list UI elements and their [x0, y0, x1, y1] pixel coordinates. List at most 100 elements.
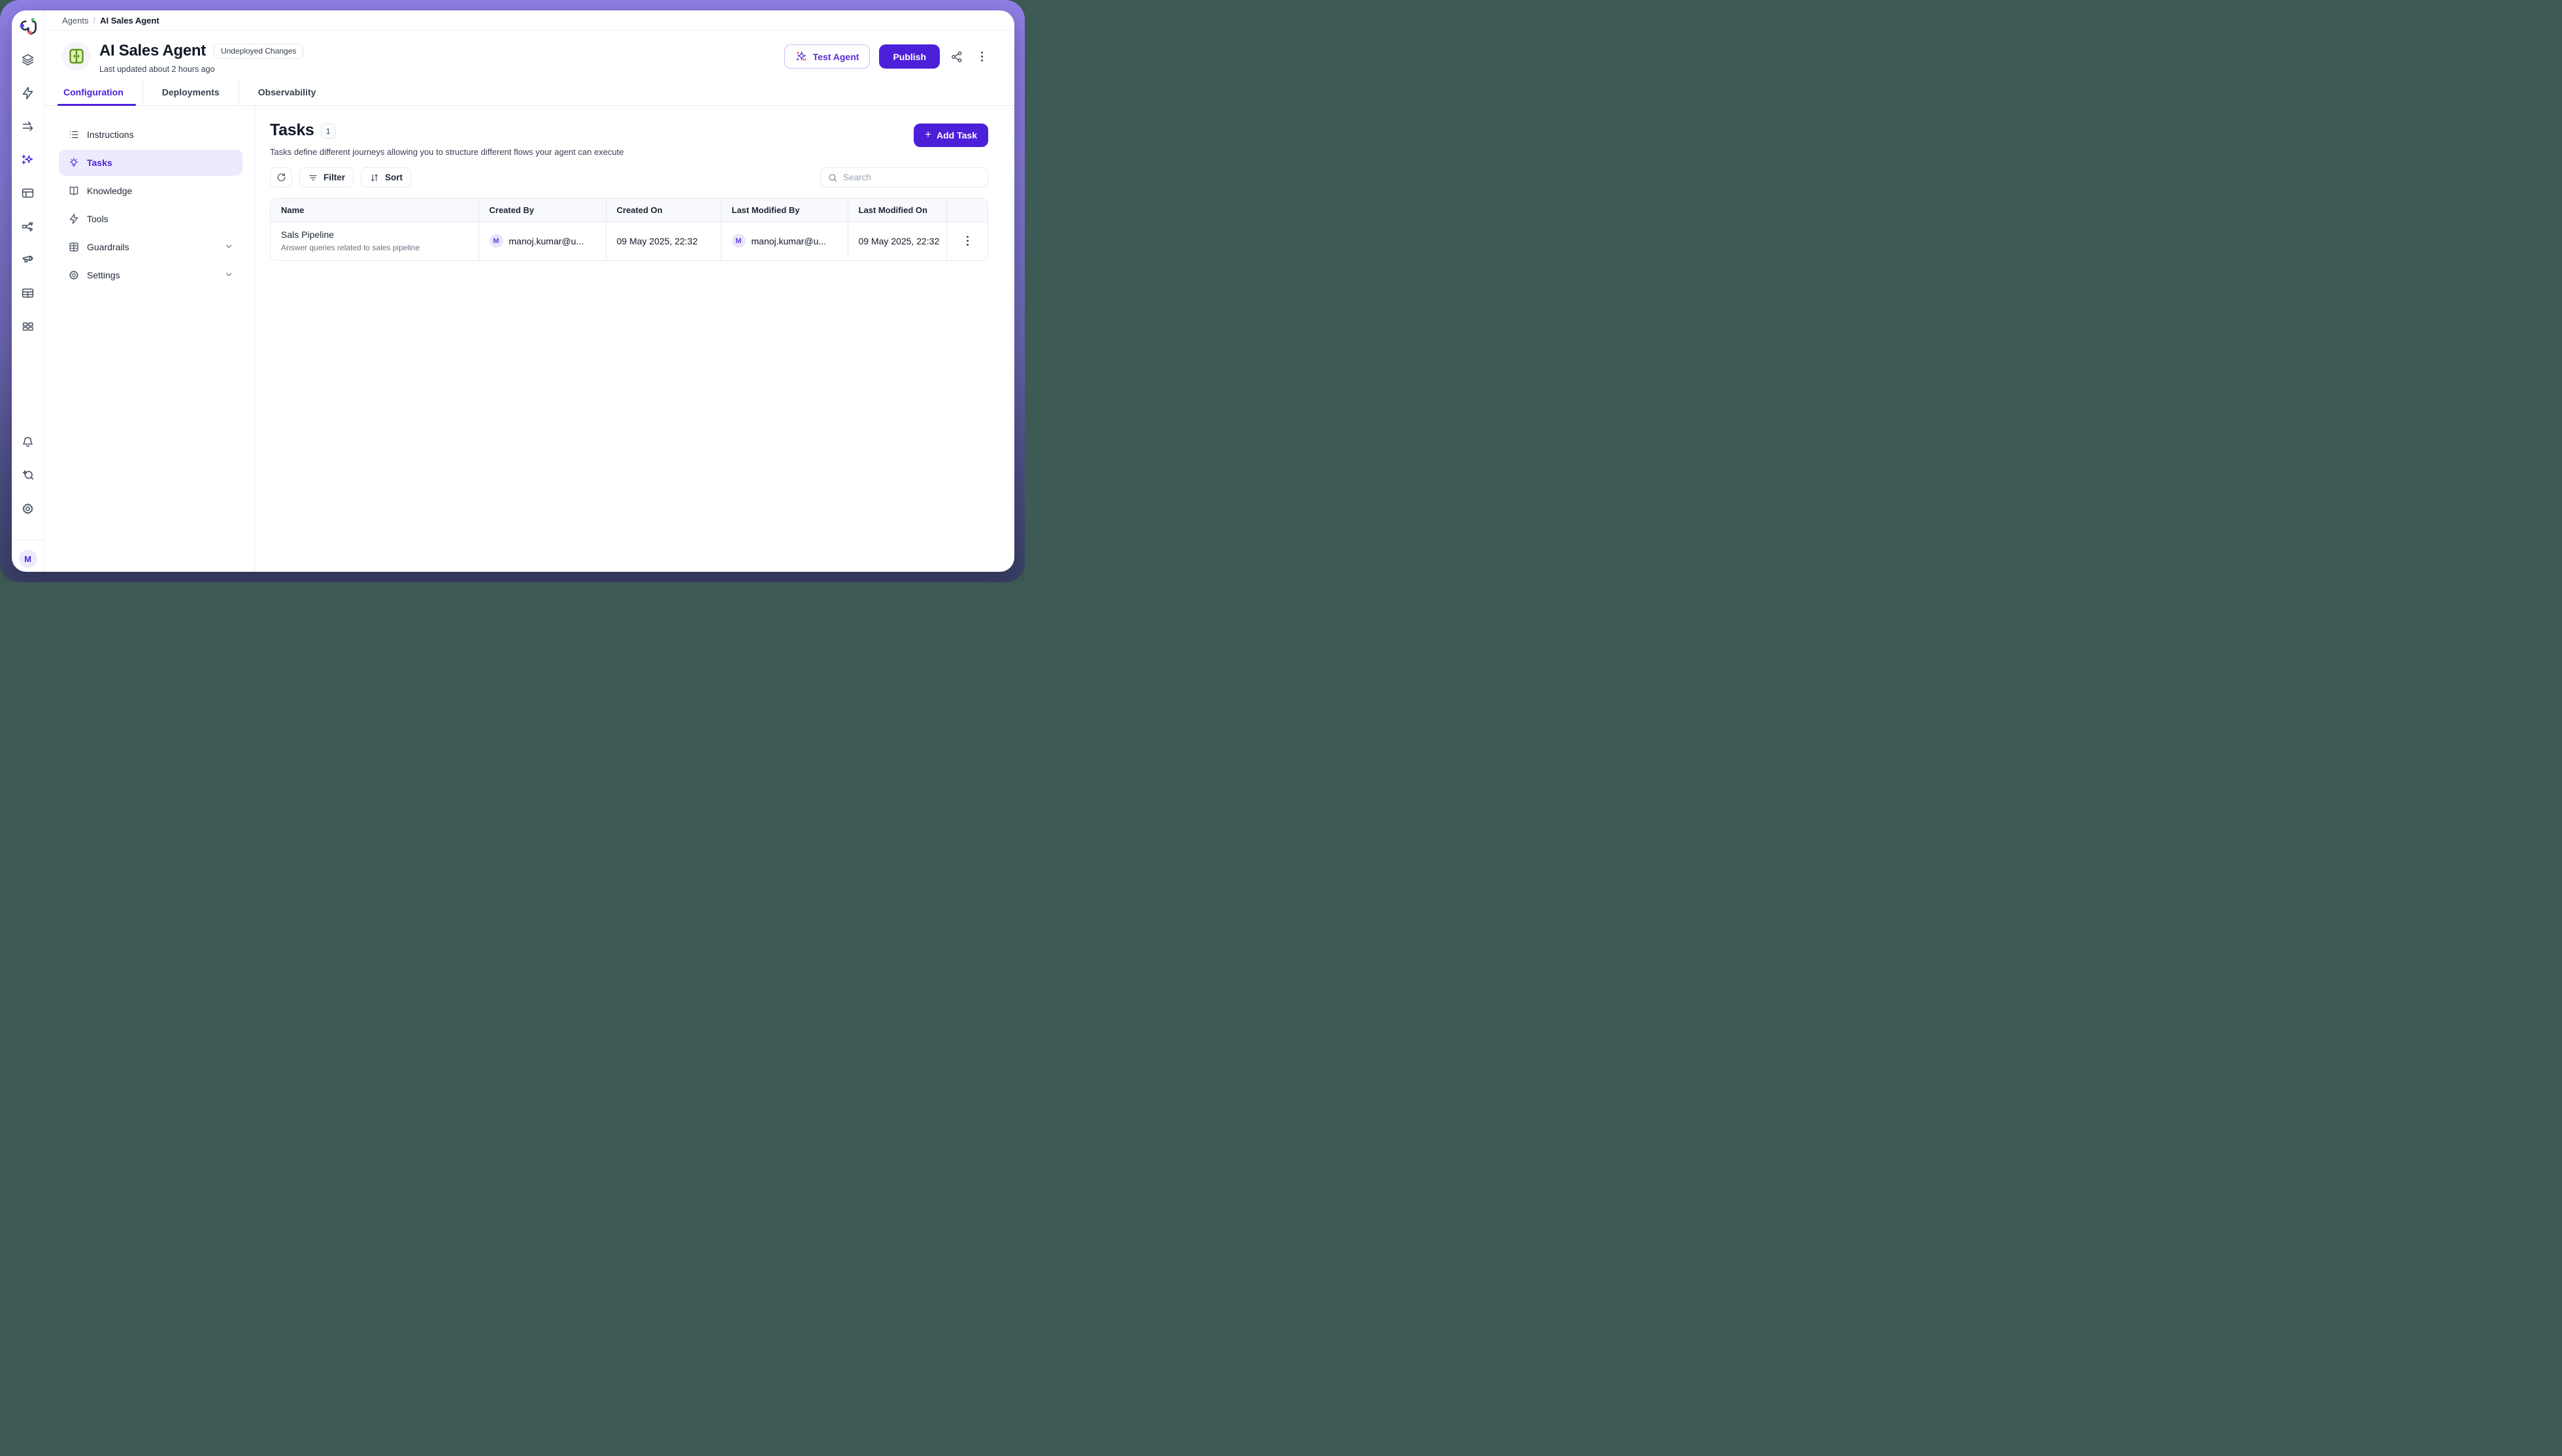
breadcrumb-current: AI Sales Agent	[100, 16, 159, 25]
refresh-button[interactable]	[270, 167, 292, 188]
task-name: Sals Pipeline	[281, 229, 468, 240]
kebab-dots	[974, 52, 990, 61]
tab-observability[interactable]: Observability	[239, 79, 335, 105]
layout-icon[interactable]	[21, 186, 35, 200]
row-menu-icon[interactable]	[957, 236, 978, 246]
created-by-cell: M manoj.kumar@u...	[478, 222, 606, 260]
filter-icon	[308, 173, 318, 183]
gear-icon	[68, 269, 80, 281]
col-last-modified-by: Last Modified By	[721, 199, 848, 222]
sort-arrows-icon	[369, 173, 380, 183]
tasks-description: Tasks define different journeys allowing…	[270, 147, 624, 157]
megaphone-icon[interactable]	[21, 252, 35, 267]
filter-label: Filter	[324, 173, 345, 182]
bell-icon[interactable]	[21, 435, 35, 449]
publish-button[interactable]: Publish	[879, 44, 940, 69]
created-by-avatar: M	[490, 234, 503, 248]
list-icon	[68, 129, 80, 141]
lightning-icon	[68, 213, 80, 225]
nav-item-settings[interactable]: Settings	[59, 262, 242, 288]
last-updated-text: Last updated about 2 hours ago	[99, 65, 303, 74]
lightning-icon[interactable]	[21, 86, 35, 100]
breadcrumb-agents-link[interactable]: Agents	[62, 16, 88, 25]
chevron-down-icon	[224, 242, 233, 253]
app-window: M Agents / AI Sales Agent	[12, 10, 1014, 572]
share-nodes-icon[interactable]	[21, 219, 35, 233]
plus-icon: +	[925, 128, 931, 141]
test-agent-sparkle-icon: AI	[795, 50, 808, 63]
share-icon[interactable]	[949, 49, 965, 65]
created-by-email: manoj.kumar@u...	[509, 236, 584, 246]
page-title: AI Sales Agent	[99, 42, 206, 60]
arrows-right-icon[interactable]	[21, 119, 35, 133]
search-input[interactable]	[843, 173, 981, 182]
created-on-cell: 09 May 2025, 22:32	[606, 222, 721, 260]
sort-label: Sort	[385, 173, 403, 182]
row-actions-cell	[946, 222, 988, 260]
nav-item-knowledge[interactable]: Knowledge	[59, 178, 242, 204]
col-created-by: Created By	[478, 199, 606, 222]
gear-icon[interactable]	[21, 501, 35, 516]
filter-button[interactable]: Filter	[299, 167, 354, 188]
add-task-button[interactable]: + Add Task	[914, 124, 988, 147]
undeployed-changes-badge: Undeployed Changes	[214, 44, 303, 59]
last-modified-on-cell: 09 May 2025, 22:32	[848, 222, 946, 260]
search-box	[820, 167, 988, 188]
last-modified-by-cell: M manoj.kumar@u...	[721, 222, 848, 260]
grid-table-icon	[68, 241, 80, 253]
cupboard-icon	[68, 48, 85, 65]
col-name: Name	[271, 199, 478, 222]
tab-deployments[interactable]: Deployments	[142, 79, 239, 105]
nav-label: Instructions	[87, 129, 134, 140]
layers-icon[interactable]	[21, 52, 35, 67]
tasks-title: Tasks	[270, 121, 314, 140]
breadcrumb: Agents / AI Sales Agent	[44, 10, 1014, 31]
app-main-column: Agents / AI Sales Agent AI Sales Agent	[44, 10, 1014, 572]
nav-label: Settings	[87, 270, 120, 280]
nav-label: Guardrails	[87, 242, 129, 252]
task-description: Answer queries related to sales pipeline	[281, 243, 468, 252]
search-icon	[827, 173, 838, 183]
last-modified-by-avatar: M	[732, 234, 746, 248]
user-avatar[interactable]: M	[19, 550, 37, 568]
tabs: Configuration Deployments Observability	[44, 79, 1014, 106]
more-options-icon[interactable]	[974, 49, 990, 65]
test-agent-button[interactable]: AI Test Agent	[784, 44, 871, 69]
lightbulb-icon	[68, 157, 80, 169]
grid-icon[interactable]	[21, 319, 35, 333]
table-toolbar: Filter Sort	[270, 167, 988, 188]
add-task-label: Add Task	[937, 130, 977, 141]
book-icon	[68, 185, 80, 197]
tasks-count-badge: 1	[321, 124, 336, 139]
config-nav-panel: Instructions Tasks Knowledge Tools	[44, 106, 255, 572]
table-header-row: Name Created By Created On Last Modified…	[271, 199, 988, 222]
col-actions	[946, 199, 988, 222]
breadcrumb-separator: /	[93, 16, 95, 25]
nav-item-tools[interactable]: Tools	[59, 206, 242, 232]
tasks-table: Name Created By Created On Last Modified…	[270, 198, 988, 261]
ai-search-icon[interactable]	[21, 468, 35, 482]
sparkles-icon[interactable]	[21, 152, 35, 167]
nav-label: Tasks	[87, 157, 112, 168]
col-last-modified-on: Last Modified On	[848, 199, 946, 222]
test-agent-label: Test Agent	[813, 52, 859, 62]
col-created-on: Created On	[606, 199, 721, 222]
agent-avatar	[62, 42, 91, 71]
last-modified-by-email: manoj.kumar@u...	[752, 236, 827, 246]
screen: M Agents / AI Sales Agent	[0, 0, 1025, 582]
table-icon[interactable]	[21, 286, 35, 300]
table-row[interactable]: Sals Pipeline Answer queries related to …	[271, 222, 988, 260]
tab-configuration[interactable]: Configuration	[63, 79, 142, 105]
nav-label: Tools	[87, 214, 108, 224]
svg-text:AI: AI	[802, 58, 806, 62]
task-name-cell[interactable]: Sals Pipeline Answer queries related to …	[271, 222, 478, 260]
nav-label: Knowledge	[87, 186, 132, 196]
refresh-icon	[276, 172, 287, 183]
nav-item-guardrails[interactable]: Guardrails	[59, 234, 242, 260]
nav-item-tasks[interactable]: Tasks	[59, 150, 242, 176]
nav-item-instructions[interactable]: Instructions	[59, 122, 242, 148]
icon-rail: M	[12, 10, 44, 572]
brand-logo-icon[interactable]	[18, 17, 38, 37]
sort-button[interactable]: Sort	[361, 167, 411, 188]
tasks-main: Tasks 1 Tasks define different journeys …	[255, 106, 1014, 572]
